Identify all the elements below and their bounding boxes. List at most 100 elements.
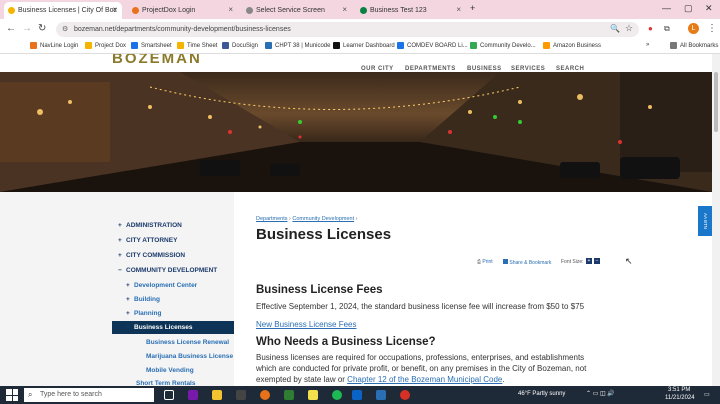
breadcrumb-community-development[interactable]: Community Development: [292, 216, 354, 222]
address-bar-row: ← → ↻ ⚙ bozeman.net/departments/communit…: [0, 19, 720, 40]
hero-image: [0, 72, 712, 192]
tab-favicon-icon: [8, 7, 15, 14]
sidebar-item-administration[interactable]: + ADMINISTRATION: [118, 222, 182, 229]
bookmark-icon: [177, 42, 184, 49]
store-icon[interactable]: [236, 390, 246, 400]
municipal-code-link[interactable]: Chapter 12 of the Bozeman Municipal Code: [347, 375, 502, 384]
sidebar-item-building[interactable]: + Building: [126, 296, 160, 303]
bookmark-icon: [333, 42, 340, 49]
windows-start-icon[interactable]: [6, 389, 18, 401]
zoom-icon[interactable]: 🔍: [610, 24, 620, 33]
clock-time[interactable]: 3:51 PM: [668, 387, 690, 393]
chrome-icon[interactable]: [260, 390, 270, 400]
tab-favicon-icon: [132, 7, 139, 14]
bookmark-item[interactable]: DocuSign: [222, 42, 258, 49]
close-tab-icon[interactable]: ×: [342, 5, 347, 14]
weather-status[interactable]: 46°F Partly sunny: [518, 391, 565, 397]
tab-label: Business Licenses | City Of Boz: [18, 7, 118, 14]
bookmark-item[interactable]: Amazon Business: [543, 42, 601, 49]
sidebar-item-license-renewal[interactable]: Business License Renewal: [146, 339, 229, 346]
new-fees-link[interactable]: New Business License Fees: [256, 319, 357, 330]
tab-label: Select Service Screen: [256, 7, 325, 14]
close-tab-icon[interactable]: ×: [228, 5, 233, 14]
all-bookmarks[interactable]: All Bookmarks: [670, 42, 718, 49]
taskbar-search-input[interactable]: ⌕ Type here to search: [24, 388, 154, 402]
tab-business-licenses[interactable]: Business Licenses | City Of Boz ×: [4, 2, 122, 19]
clock-date[interactable]: 11/21/2024: [665, 395, 695, 401]
bookmarks-bar: NavLine Login Project Dox Smartsheet Tim…: [0, 40, 720, 54]
tray-icons[interactable]: ⌃ ▭ ◫ 🔊: [586, 390, 615, 397]
who-needs-text: Business licenses are required for occup…: [256, 353, 587, 384]
puzzle-icon[interactable]: ⧉: [664, 24, 670, 34]
bookmark-item[interactable]: Community Develo...: [470, 42, 536, 49]
bookmark-icon: [265, 42, 272, 49]
sidebar-item-business-licenses[interactable]: − Business Licenses: [126, 324, 193, 331]
extension-icon[interactable]: ●: [648, 24, 653, 33]
spotify-icon[interactable]: [332, 390, 342, 400]
app-icon[interactable]: [376, 390, 386, 400]
menu-icon[interactable]: ⋮: [707, 23, 717, 34]
font-increase-button[interactable]: +: [586, 258, 592, 264]
tab-strip: Business Licenses | City Of Boz × Projec…: [0, 0, 720, 19]
bookmark-item[interactable]: Time Sheet: [177, 42, 217, 49]
new-tab-icon[interactable]: +: [470, 3, 475, 13]
url-text: bozeman.net/departments/community-develo…: [74, 26, 291, 33]
sidebar-item-city-attorney[interactable]: + CITY ATTORNEY: [118, 237, 177, 244]
task-view-icon[interactable]: [164, 390, 174, 400]
notification-icon[interactable]: ▭: [704, 391, 710, 398]
onenote-icon[interactable]: [188, 390, 198, 400]
back-icon[interactable]: ←: [6, 23, 16, 34]
bookmark-item[interactable]: NavLine Login: [30, 42, 78, 49]
bookmark-item[interactable]: Smartsheet: [131, 42, 172, 49]
sidebar-item-development-center[interactable]: + Development Center: [126, 282, 197, 289]
bookmark-icon: [30, 42, 37, 49]
reload-icon[interactable]: ↻: [38, 23, 46, 34]
font-decrease-button[interactable]: −: [594, 258, 600, 264]
page-scrollbar[interactable]: [712, 54, 720, 386]
breadcrumb-departments[interactable]: Departments: [256, 216, 288, 222]
outlook-icon[interactable]: [352, 390, 362, 400]
sidebar-item-community-development[interactable]: − COMMUNITY DEVELOPMENT: [118, 267, 217, 274]
tab-label: ProjectDox Login: [142, 7, 196, 14]
site-info-icon[interactable]: ⚙: [62, 22, 68, 37]
more-bookmarks-icon[interactable]: »: [646, 42, 649, 48]
print-button[interactable]: ⎙ Print: [477, 259, 493, 265]
bookmark-item[interactable]: Learner Dashboard: [333, 42, 395, 49]
notes-icon[interactable]: [308, 390, 318, 400]
bookmark-star-icon[interactable]: ☆: [625, 23, 633, 34]
scrollbar-thumb[interactable]: [714, 72, 718, 132]
tab-favicon-icon: [360, 7, 367, 14]
close-tab-icon[interactable]: ×: [456, 5, 461, 14]
close-window-icon[interactable]: ✕: [705, 3, 713, 14]
sidebar-item-marijuana-license[interactable]: Marijuana Business License: [146, 353, 233, 360]
close-tab-icon[interactable]: ×: [112, 5, 117, 14]
sidebar-item-mobile-vending[interactable]: Mobile Vending: [146, 367, 194, 374]
tab-select-service[interactable]: Select Service Screen ×: [242, 2, 352, 19]
file-explorer-icon[interactable]: [212, 390, 222, 400]
mouse-cursor-icon: ↖: [625, 256, 633, 266]
bookmark-item[interactable]: Project Dox: [85, 42, 126, 49]
bookmark-icon: [543, 42, 550, 49]
print-icon: ⎙: [477, 259, 482, 265]
sidebar-item-city-commission[interactable]: + CITY COMMISSION: [118, 252, 185, 259]
site-header: BOZEMAN OUR CITY DEPARTMENTS BUSINESS SE…: [0, 54, 712, 72]
chrome-icon[interactable]: [400, 390, 410, 400]
url-field[interactable]: ⚙ bozeman.net/departments/community-deve…: [56, 22, 639, 37]
site-logo[interactable]: BOZEMAN: [112, 54, 202, 67]
bookmark-icon: [222, 42, 229, 49]
tab-business-test[interactable]: Business Test 123 ×: [356, 2, 466, 19]
app-icon[interactable]: [284, 390, 294, 400]
accessibility-tab[interactable]: AA BTN: [698, 206, 712, 236]
tab-projectdox[interactable]: ProjectDox Login ×: [128, 2, 238, 19]
forward-icon[interactable]: →: [22, 23, 32, 34]
windows-taskbar: ⌕ Type here to search 46°F Partly sunny …: [0, 386, 720, 404]
profile-avatar[interactable]: L: [688, 23, 699, 34]
tab-favicon-icon: [246, 7, 253, 14]
sidebar-item-planning[interactable]: + Planning: [126, 310, 161, 317]
maximize-icon[interactable]: ▢: [684, 3, 693, 14]
fees-text: Effective September 1, 2024, the standar…: [256, 302, 585, 311]
bookmark-item[interactable]: CHPT 38 | Municode: [265, 42, 330, 49]
share-bookmark-button[interactable]: Share & Bookmark: [503, 259, 551, 266]
minimize-icon[interactable]: —: [662, 3, 671, 13]
bookmark-item[interactable]: COMDEV BOARD Li...: [397, 42, 468, 49]
